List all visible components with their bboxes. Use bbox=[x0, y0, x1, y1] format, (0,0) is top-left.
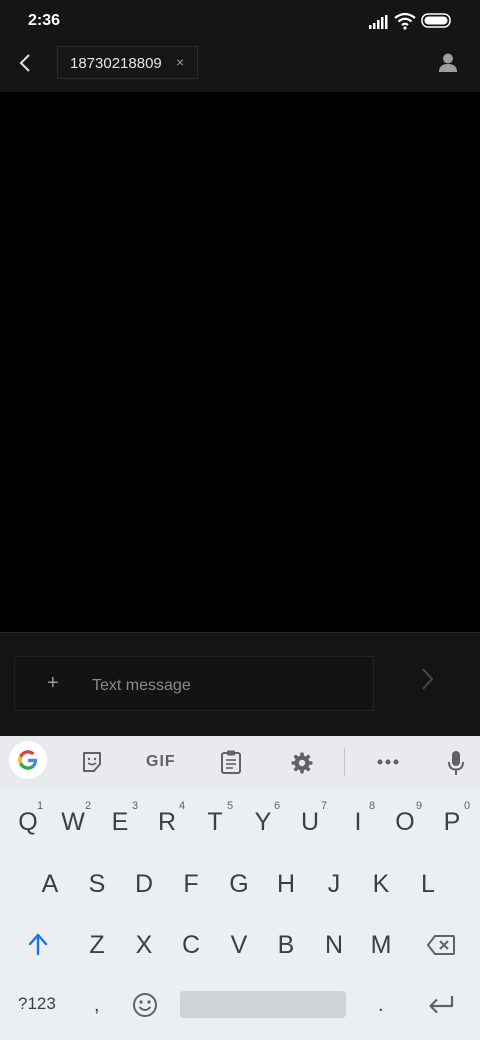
google-button[interactable] bbox=[9, 741, 47, 779]
gif-button[interactable]: GIF bbox=[146, 753, 176, 771]
key-h[interactable]: H bbox=[266, 870, 306, 899]
key-s[interactable]: S bbox=[77, 870, 117, 899]
toolbar-divider bbox=[344, 748, 345, 776]
key-q[interactable]: Q bbox=[8, 808, 48, 837]
key-y-hint: 6 bbox=[274, 800, 281, 812]
key-x[interactable]: X bbox=[124, 931, 164, 960]
key-q-hint: 1 bbox=[37, 800, 44, 812]
key-g[interactable]: G bbox=[219, 870, 259, 899]
key-c[interactable]: C bbox=[171, 931, 211, 960]
key-p[interactable]: P bbox=[432, 808, 472, 837]
key-i[interactable]: I bbox=[338, 808, 378, 837]
back-arrow-icon[interactable] bbox=[14, 51, 38, 75]
signal-icon bbox=[369, 15, 388, 29]
sticker-icon[interactable] bbox=[80, 750, 104, 774]
key-v[interactable]: V bbox=[219, 931, 259, 960]
key-w[interactable]: W bbox=[53, 808, 93, 837]
google-icon bbox=[18, 750, 37, 770]
battery-icon bbox=[421, 13, 451, 28]
send-icon[interactable] bbox=[418, 666, 438, 692]
key-u[interactable]: U bbox=[290, 808, 330, 837]
enter-icon[interactable] bbox=[427, 994, 455, 1016]
clipboard-icon[interactable] bbox=[220, 749, 242, 775]
key-e[interactable]: E bbox=[100, 808, 140, 837]
key-r-hint: 4 bbox=[179, 800, 186, 812]
key-k[interactable]: K bbox=[361, 870, 401, 899]
key-b[interactable]: B bbox=[266, 931, 306, 960]
shift-arrow-icon[interactable] bbox=[27, 932, 49, 956]
recipient-chip[interactable]: 18730218809 × bbox=[57, 46, 198, 79]
recipient-number: 18730218809 bbox=[70, 55, 162, 72]
key-d[interactable]: D bbox=[124, 870, 164, 899]
key-t-hint: 5 bbox=[227, 800, 234, 812]
status-time: 2:36 bbox=[28, 12, 61, 29]
key-t[interactable]: T bbox=[195, 808, 235, 837]
key-y[interactable]: Y bbox=[243, 808, 283, 837]
key-e-hint: 3 bbox=[132, 800, 139, 812]
message-list bbox=[0, 92, 480, 632]
key-r[interactable]: R bbox=[147, 808, 187, 837]
key-p-hint: 0 bbox=[464, 800, 471, 812]
key-u-hint: 7 bbox=[321, 800, 328, 812]
settings-gear-icon[interactable] bbox=[290, 751, 314, 775]
emoji-icon[interactable] bbox=[132, 992, 158, 1018]
key-j[interactable]: J bbox=[314, 870, 354, 899]
comma-key[interactable]: , bbox=[94, 994, 100, 1017]
key-f[interactable]: F bbox=[171, 870, 211, 899]
contact-icon[interactable] bbox=[438, 52, 458, 74]
message-input[interactable] bbox=[92, 674, 352, 698]
more-options-icon[interactable] bbox=[376, 758, 400, 766]
key-z[interactable]: Z bbox=[77, 931, 117, 960]
key-o[interactable]: O bbox=[385, 808, 425, 837]
key-n[interactable]: N bbox=[314, 931, 354, 960]
remove-recipient-icon[interactable]: × bbox=[176, 54, 184, 70]
spacebar[interactable] bbox=[180, 991, 346, 1018]
key-a[interactable]: A bbox=[30, 870, 70, 899]
microphone-icon[interactable] bbox=[447, 750, 465, 776]
backspace-icon[interactable] bbox=[426, 934, 456, 956]
period-key[interactable]: . bbox=[378, 994, 384, 1017]
add-attachment-icon[interactable]: + bbox=[47, 672, 59, 695]
key-w-hint: 2 bbox=[85, 800, 92, 812]
key-i-hint: 8 bbox=[369, 800, 376, 812]
symbols-key[interactable]: ?123 bbox=[18, 994, 56, 1014]
wifi-icon bbox=[394, 12, 416, 30]
key-m[interactable]: M bbox=[361, 931, 401, 960]
key-l[interactable]: L bbox=[408, 870, 448, 899]
key-o-hint: 9 bbox=[416, 800, 423, 812]
